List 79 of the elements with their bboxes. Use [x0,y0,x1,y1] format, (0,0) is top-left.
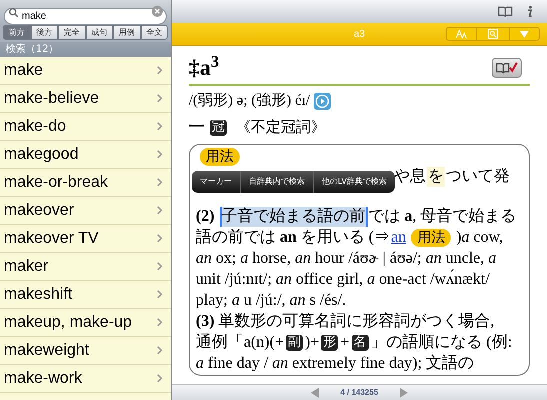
entry-text: 」の語順になる (例: [370,333,512,353]
word-class-tag: 名 [352,335,368,351]
entry-title: a3 [354,28,366,42]
entry-text: + [340,333,350,353]
chevron-icon [157,262,163,271]
book-check-icon [496,62,518,74]
word-class-tag: 冠 [210,120,227,136]
play-icon[interactable] [314,92,332,110]
word-class-tag: 形 [321,335,338,351]
search-icon [488,29,498,39]
entry-text: a fine day / an extremely fine day); 文語の [196,354,474,374]
find-button[interactable] [477,27,509,41]
chevron-icon [157,66,163,75]
results-header: 検索（12） [6,42,59,57]
result-row[interactable]: make-work [0,365,171,393]
menu-item[interactable]: 他のLV辞典で検索 [313,170,396,192]
usage-badge[interactable]: 用法 [200,148,240,166]
pronunciation: /(弱形) ə; (強形) éɪ/ [189,92,310,111]
chevron-icon [157,346,163,355]
entry-text: では a, 母音で始まる [368,207,517,227]
triangle-down-icon [520,30,529,38]
chevron-icon [157,318,163,327]
entry-text: an ox; a horse, an hour /áʊɚ | áʊə/; an uncle, a [196,249,497,269]
entry-text: )+ [305,333,320,353]
result-row[interactable]: makeup, make-up [0,309,171,337]
result-row[interactable]: makeshift [0,281,171,309]
headword: ‡a$^{3}$ [189,55,220,81]
search-icon [9,8,19,18]
info-icon[interactable] [527,6,533,18]
entry-text: play; a u /jú:/, an s /és/. [196,291,346,311]
book-icon[interactable] [498,6,513,17]
result-row[interactable]: makeweight [0,337,171,365]
result-row[interactable]: maker [0,253,171,281]
result-row[interactable]: makegood [0,141,171,169]
result-row[interactable]: makeover TV [0,225,171,253]
filter-tab[interactable]: 全文 [140,25,168,40]
previous-icon[interactable] [310,388,319,398]
chevron-icon [157,178,163,187]
font-size-button[interactable] [446,27,477,41]
entry-text: unit /jú:nɪt/; an office girl, a one-act /wʌ́nækt/ [196,270,490,290]
chevron-icon [157,234,163,243]
filter-tab[interactable]: 用例 [113,25,140,40]
menu-item[interactable]: 自辞典内で検索 [240,170,313,192]
usage-badge[interactable]: 用法 [411,229,452,247]
menu-button[interactable] [509,27,540,41]
highlighted-text: を [427,167,445,187]
entry-text: (3) 単数形の可算名詞に形容詞がつく場合, [196,312,495,332]
bookmark-button[interactable] [492,58,522,78]
sense-number: 一 [189,118,205,138]
filter-tab[interactable]: 完全 [58,25,86,40]
chevron-icon [157,150,163,159]
part-of-speech: 《不定冠詞》 [236,117,326,138]
chevron-icon [157,290,163,299]
filter-tab[interactable]: 前方 [3,25,30,40]
clear-icon[interactable] [152,6,163,17]
filter-tab[interactable]: 成句 [86,25,113,40]
filter-tab[interactable]: 後方 [30,25,58,40]
entry-text: 通例「a(n)(+ [196,333,284,353]
cross-reference-link[interactable]: an [391,228,406,248]
menu-item[interactable]: マーカー [192,170,240,192]
search-field[interactable]: make [4,8,167,25]
chevron-icon [157,206,163,215]
chevron-icon [157,94,163,103]
page-indicator: 4 / 143255 [340,386,378,398]
entry-text: (2) [196,207,215,227]
font-size-icon [456,30,468,38]
next-icon[interactable] [400,388,408,398]
result-row[interactable]: makeover [0,197,171,225]
word-class-tag: 副 [286,335,304,351]
entry-text: 語の前では an を用いる (⇒ [196,228,390,248]
entry-text: )a cow, [456,228,504,248]
result-row[interactable]: make-believe [0,85,171,113]
entry-text: ついて発 [446,167,510,187]
entry-text: や息 [394,167,426,187]
result-row[interactable]: make-do [0,113,171,141]
result-row[interactable]: make [0,57,171,85]
result-row[interactable]: make-or-break [0,169,171,197]
chevron-icon [157,374,163,383]
chevron-icon [157,122,163,131]
